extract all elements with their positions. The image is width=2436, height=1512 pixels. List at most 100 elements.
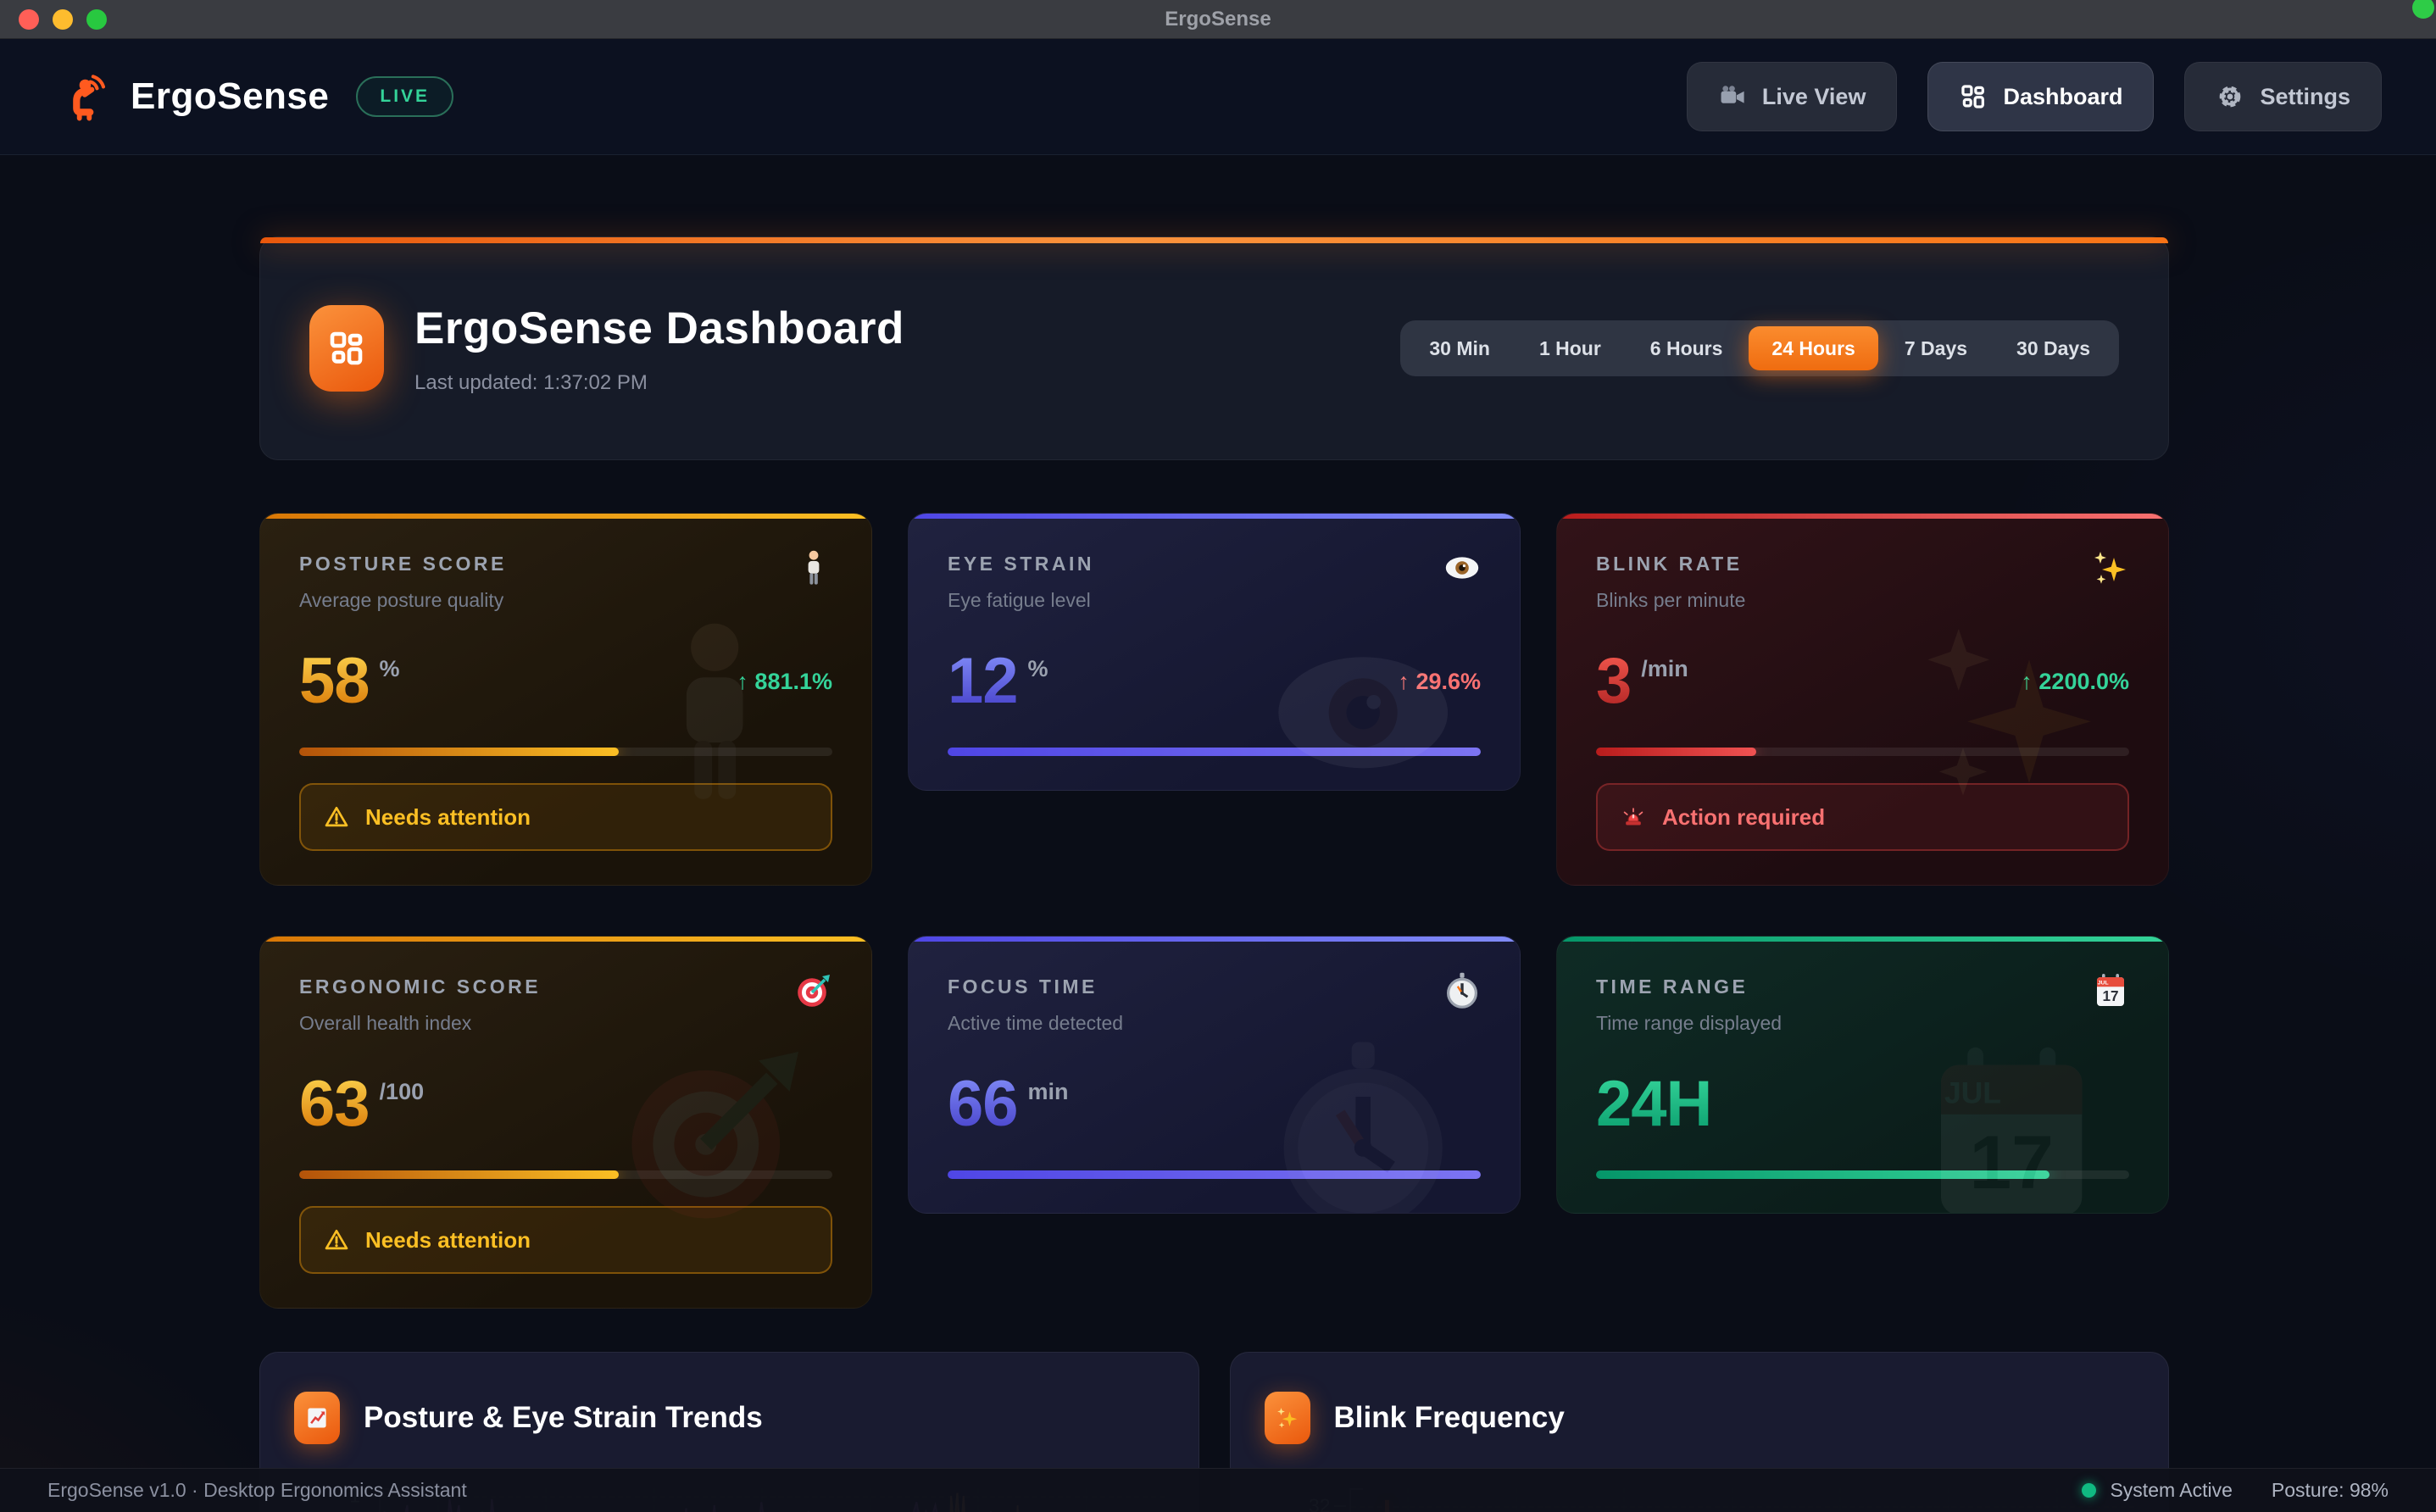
system-active-dot	[2082, 1483, 2096, 1498]
metric-subtitle: Average posture quality	[299, 589, 832, 612]
metric-progress-fill	[948, 748, 1481, 756]
metric-progress-fill	[1596, 748, 1756, 756]
metric-trend: ↑ 881.1%	[737, 669, 832, 695]
metric-value-row: 12 % ↑ 29.6%	[948, 651, 1481, 712]
metric-value: 24H	[1596, 1074, 1711, 1135]
metric-label: ERGONOMIC SCORE	[299, 976, 832, 998]
chart-header: Posture & Eye Strain Trends	[294, 1392, 1165, 1444]
metric-unit: /100	[380, 1079, 425, 1105]
window-title: ErgoSense	[1165, 8, 1271, 31]
time-range-7days[interactable]: 7 Days	[1882, 326, 1990, 370]
time-range-30min[interactable]: 30 Min	[1406, 326, 1513, 370]
metric-value-row: 63 /100	[299, 1074, 832, 1135]
time-range-control: 30 Min 1 Hour 6 Hours 24 Hours 7 Days 30…	[1400, 320, 2119, 376]
chart-header: Blink Frequency	[1265, 1392, 2135, 1444]
chart-increasing-icon	[304, 1405, 330, 1431]
nav-live-view-button[interactable]: Live View	[1687, 62, 1898, 131]
system-status: System Active	[2082, 1479, 2232, 1502]
time-range-1hour[interactable]: 1 Hour	[1516, 326, 1624, 370]
chart-icon-badge	[294, 1392, 340, 1444]
dashboard-content: ErgoSense Dashboard Last updated: 1:37:0…	[0, 155, 2436, 1512]
gear-icon	[2216, 82, 2244, 111]
metric-value: 58	[299, 651, 370, 712]
dashboard-grid-icon	[1959, 82, 1988, 111]
time-range-card: TIME RANGE Time range displayed 24H	[1556, 936, 2169, 1214]
metric-progress-fill	[299, 748, 619, 756]
time-range-6hours[interactable]: 6 Hours	[1627, 326, 1746, 370]
posture-status-text: Posture: 98%	[2272, 1479, 2389, 1502]
metric-alert-text: Needs attention	[365, 804, 531, 831]
metric-progress-track	[299, 748, 832, 756]
calendar-icon	[2090, 970, 2131, 1011]
ergonomic-score-card: ERGONOMIC SCORE Overall health index 63 …	[259, 936, 872, 1309]
card-accent-bar	[909, 514, 1520, 519]
chart-icon-badge	[1265, 1392, 1310, 1444]
metric-label: TIME RANGE	[1596, 976, 2129, 998]
metric-progress-track	[948, 748, 1481, 756]
target-icon	[793, 970, 834, 1011]
status-bar: ErgoSense v1.0 · Desktop Ergonomics Assi…	[0, 1468, 2436, 1512]
metric-subtitle: Eye fatigue level	[948, 589, 1481, 612]
eye-strain-card: EYE STRAIN Eye fatigue level 12 % ↑ 29.6…	[908, 513, 1521, 791]
siren-icon	[1620, 803, 1647, 831]
nav-live-view-label: Live View	[1762, 84, 1866, 110]
card-accent-bar	[909, 937, 1520, 942]
sparkles-icon	[1275, 1405, 1300, 1431]
nav-dashboard-button[interactable]: Dashboard	[1927, 62, 2154, 131]
recording-indicator-dot	[2412, 0, 2434, 19]
app-version-text: ErgoSense v1.0 · Desktop Ergonomics Assi…	[47, 1479, 467, 1502]
metric-label: BLINK RATE	[1596, 553, 2129, 575]
metric-label: EYE STRAIN	[948, 553, 1481, 575]
metric-alert-text: Needs attention	[365, 1227, 531, 1254]
metric-progress-track	[299, 1170, 832, 1179]
stopwatch-icon	[1442, 970, 1482, 1011]
window-titlebar: ErgoSense	[0, 0, 2436, 39]
metrics-grid: POSTURE SCORE Average posture quality 58…	[259, 513, 2169, 1309]
metric-progress-track	[1596, 748, 2129, 756]
app-header: ErgoSense LIVE Live View Dashboard Setti…	[0, 39, 2436, 155]
trend-up-arrow-icon: ↑	[2021, 669, 2033, 694]
metric-label: FOCUS TIME	[948, 976, 1481, 998]
metric-alert: Needs attention	[299, 783, 832, 851]
minimize-window-button[interactable]	[53, 9, 73, 30]
metric-value: 3	[1596, 651, 1631, 712]
system-status-text: System Active	[2110, 1479, 2232, 1502]
metric-unit: min	[1028, 1079, 1069, 1105]
metric-progress-fill	[1596, 1170, 2049, 1179]
metric-trend: ↑ 29.6%	[1398, 669, 1481, 695]
last-updated-text: Last updated: 1:37:02 PM	[414, 371, 904, 395]
card-accent-bar	[1557, 937, 2168, 942]
metric-trend: ↑ 2200.0%	[2021, 669, 2129, 695]
focus-time-card: FOCUS TIME Active time detected 66 min	[908, 936, 1521, 1214]
status-bar-right: System Active Posture: 98%	[2082, 1479, 2389, 1502]
chart-title: Blink Frequency	[1334, 1401, 1565, 1435]
blink-rate-card: BLINK RATE Blinks per minute 3 /min ↑ 22…	[1556, 513, 2169, 886]
metric-value: 66	[948, 1074, 1018, 1135]
metric-progress-track	[948, 1170, 1481, 1179]
metric-unit: %	[1028, 656, 1048, 682]
metric-value: 12	[948, 651, 1018, 712]
live-status-badge: LIVE	[356, 76, 453, 117]
brand-wordmark: ErgoSense	[131, 75, 329, 118]
metric-unit: %	[380, 656, 400, 682]
metric-alert: Needs attention	[299, 1206, 832, 1274]
metric-alert: Action required	[1596, 783, 2129, 851]
hero-card: ErgoSense Dashboard Last updated: 1:37:0…	[259, 236, 2169, 460]
metric-progress-fill	[299, 1170, 619, 1179]
metric-value-row: 24H	[1596, 1074, 2129, 1135]
card-accent-bar	[1557, 514, 2168, 519]
nav-settings-button[interactable]: Settings	[2184, 62, 2382, 131]
movie-camera-icon	[1718, 82, 1747, 111]
metric-value-row: 58 % ↑ 881.1%	[299, 651, 832, 712]
metric-value-row: 66 min	[948, 1074, 1481, 1135]
card-accent-bar	[260, 514, 871, 519]
time-range-30days[interactable]: 30 Days	[1994, 326, 2113, 370]
zoom-window-button[interactable]	[86, 9, 107, 30]
close-window-button[interactable]	[19, 9, 39, 30]
page-title: ErgoSense Dashboard	[414, 303, 904, 354]
main-nav: Live View Dashboard Settings	[1687, 62, 2382, 131]
metric-unit: /min	[1641, 656, 1688, 682]
traffic-lights	[19, 9, 107, 30]
time-range-24hours[interactable]: 24 Hours	[1749, 326, 1877, 370]
metric-value-row: 3 /min ↑ 2200.0%	[1596, 651, 2129, 712]
